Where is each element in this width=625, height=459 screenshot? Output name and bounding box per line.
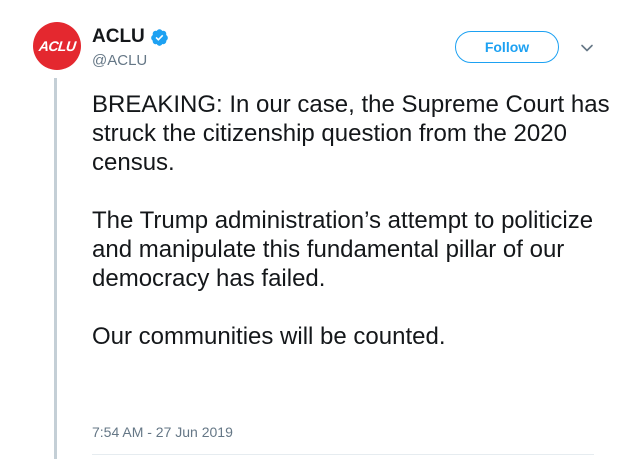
- thread-line: [54, 78, 57, 459]
- tweet-text: BREAKING: In our case, the Supreme Court…: [92, 90, 612, 380]
- user-handle[interactable]: @ACLU: [92, 52, 147, 69]
- verified-badge-icon: [150, 28, 169, 47]
- tweet-paragraph: Our communities will be counted.: [92, 323, 446, 350]
- tweet-timestamp[interactable]: 7:54 AM - 27 Jun 2019: [92, 424, 233, 440]
- avatar-logo-text: ACLU: [37, 38, 77, 54]
- tweet-paragraph: BREAKING: In our case, the Supreme Court…: [92, 91, 610, 176]
- user-name-row[interactable]: ACLU: [92, 25, 169, 49]
- divider: [92, 454, 594, 455]
- chevron-down-icon[interactable]: [580, 41, 594, 55]
- display-name[interactable]: ACLU: [92, 26, 145, 48]
- follow-button[interactable]: Follow: [455, 31, 559, 63]
- tweet-paragraph: The Trump administration’s attempt to po…: [92, 207, 594, 292]
- avatar[interactable]: ACLU: [33, 22, 81, 70]
